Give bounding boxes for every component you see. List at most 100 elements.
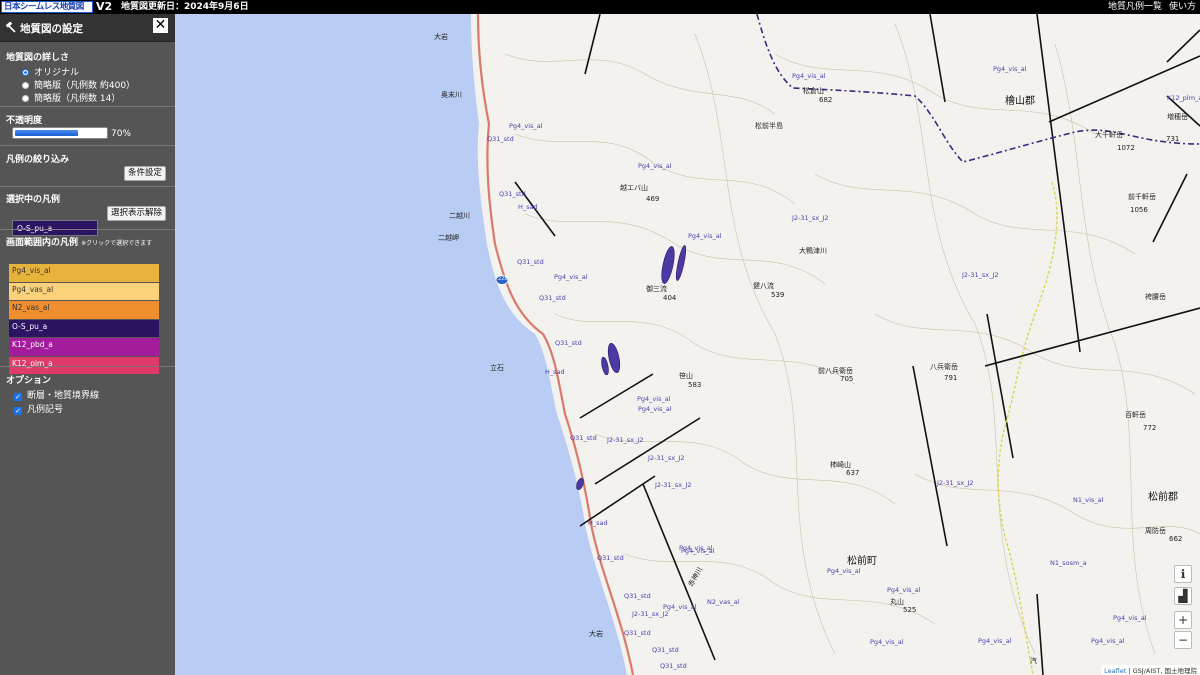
geology-label: J2-31_sx_J2 [962, 271, 999, 279]
clear-selection-button[interactable]: 選択表示解除 [107, 206, 166, 221]
zoom-in-button[interactable]: + [1174, 611, 1192, 629]
place-label: 御三流 [646, 285, 667, 293]
detail-option-original[interactable]: オリジナル [22, 65, 79, 78]
place-label: 637 [846, 469, 860, 477]
place-label: 大鴨津川 [799, 247, 827, 255]
fault-lines [514, 14, 1200, 675]
geology-label: H_sad [588, 519, 608, 527]
geology-label: J2-31_sx_J2 [937, 479, 974, 487]
checkbox-checked-icon[interactable]: ✓ [14, 393, 22, 401]
option-faults[interactable]: ✓ 断層・地質境界線 [14, 388, 99, 401]
place-label: 469 [646, 195, 660, 203]
geology-label: J2-31_sx_J2 [648, 454, 685, 462]
option-legend-symbols[interactable]: ✓ 凡例記号 [14, 402, 63, 415]
opacity-value: 70% [111, 129, 132, 139]
checkbox-checked-icon[interactable]: ✓ [14, 407, 22, 415]
place-label: 1056 [1130, 206, 1148, 214]
info-icon[interactable]: ℹ [1174, 565, 1192, 583]
place-label: 583 [688, 381, 702, 389]
detail-option-14[interactable]: 簡略版（凡例数 14） [22, 91, 120, 104]
geology-label: Q31_std [570, 434, 597, 442]
place-label: 前千軒岳 [1128, 193, 1156, 201]
legend-list: Pg4_vis_al Pg4_vas_al N2_vas_al O-S_pu_a K12… [9, 264, 159, 375]
geology-label: Q31_std [652, 646, 679, 654]
geology-label: Pg4_vis_al [792, 72, 826, 80]
map-canvas[interactable] [175, 14, 1200, 675]
zoom-out-button[interactable]: − [1174, 631, 1192, 649]
filter-settings-button[interactable]: 条件設定 [124, 166, 166, 181]
place-label: 増穂岳 [1167, 113, 1188, 121]
panel-title: 地質図の設定 [20, 23, 83, 35]
place-label: 松前郡 [1148, 492, 1178, 503]
legend-item[interactable]: O-S_pu_a [9, 319, 159, 338]
geology-label: Pg4_vis_al [1091, 637, 1125, 645]
geology-label: J2-31_sx_J2 [607, 436, 644, 444]
place-label: 731 [1166, 135, 1180, 143]
place-label: 772 [1143, 424, 1157, 432]
geology-label: Pg4_vis_al [681, 547, 715, 555]
place-label: 松倉山 [803, 87, 824, 95]
place-label: 松前半島 [755, 122, 783, 130]
divider [0, 145, 175, 146]
geology-label: Pg4_vis_al [978, 637, 1012, 645]
geology-label: Q31_std [555, 339, 582, 347]
place-label: 二越川 [449, 212, 470, 220]
place-label: 662 [1169, 535, 1183, 543]
place-label: 笹山 [679, 372, 693, 380]
geology-label: Pg4_vis_al [993, 65, 1027, 73]
place-label: 大岩 [589, 630, 603, 638]
geology-label: Q31_std [597, 554, 624, 562]
legend-filter-title: 凡例の絞り込み [6, 155, 70, 165]
geology-label: Pg4_vis_al [870, 638, 904, 646]
map-attribution: Leaflet | GSJ/AIST, 国土地理院 [1101, 665, 1200, 675]
place-label: 1072 [1117, 144, 1135, 152]
geology-label: Q31_std [624, 629, 651, 637]
leaflet-link[interactable]: Leaflet [1104, 667, 1126, 675]
map-update-date: 地質図更新日：2024年9月6日 [121, 2, 249, 12]
close-button[interactable]: ✕ [153, 18, 168, 33]
legend-item[interactable]: Pg4_vas_al [9, 282, 159, 301]
geology-label: H_sad [518, 203, 538, 211]
place-label: 丸山 [890, 598, 904, 606]
place-label: 松前町 [847, 556, 877, 567]
place-label: 525 [903, 606, 917, 614]
legend-list-link[interactable]: 地質凡例一覧 [1108, 0, 1162, 14]
divider [0, 366, 175, 367]
geology-label: N1_vis_al [1073, 496, 1104, 504]
geology-label: Pg4_vis_al [827, 567, 861, 575]
divider [0, 106, 175, 107]
panel-header: 地質図の設定 ✕ [0, 14, 175, 42]
opacity-title: 不透明度 [6, 116, 43, 126]
legend-hint: ※クリックで選択できます [81, 240, 153, 247]
legend-item[interactable]: K12_pbd_a [9, 338, 159, 357]
geology-label: Pg4_vis_al [638, 405, 672, 413]
geology-label: Pg4_vis_al [554, 273, 588, 281]
legend-icon[interactable]: ▟ [1174, 587, 1192, 605]
opacity-slider[interactable] [12, 127, 108, 139]
geology-label: Q31_std [539, 294, 566, 302]
radio-selected-icon[interactable] [22, 69, 29, 76]
place-label: 539 [771, 291, 785, 299]
geology-label: Pg4_vis_al [1113, 614, 1147, 622]
opacity-slider-fill [15, 130, 78, 136]
place-label: 791 [944, 374, 958, 382]
radio-icon[interactable] [22, 82, 29, 89]
app-logo[interactable]: 日本シームレス地質図 [1, 1, 93, 13]
geology-label: H_sad [545, 368, 565, 376]
geology-label: Pg4_vis_al [509, 122, 543, 130]
place-label: 越エバ山 [620, 184, 648, 192]
geology-label: Pg4_vis_al [637, 395, 671, 403]
geology-label: Pg4_vis_al [638, 162, 672, 170]
geology-label: K12_plm_a [1167, 94, 1200, 102]
detail-option-400[interactable]: 簡略版（凡例数 約400） [22, 78, 135, 91]
geology-label: J2-31_sx_J2 [632, 610, 669, 618]
radio-icon[interactable] [22, 95, 29, 102]
legend-item[interactable]: N2_vas_al [9, 301, 159, 320]
selected-legend-value[interactable]: O-S_pu_a [12, 220, 98, 236]
options-title: オプション [6, 376, 52, 386]
geology-map[interactable]: 檜山郡 松前郡 松前町 大岩 奥末川 二越川 二越岬 立石 大岩 越エバ山 46… [175, 14, 1200, 675]
place-label: 八兵衛岳 [930, 363, 958, 371]
help-link[interactable]: 使い方 [1169, 0, 1196, 14]
legend-item[interactable]: Pg4_vis_al [9, 264, 159, 283]
place-label: 袴腰岳 [1145, 293, 1166, 301]
